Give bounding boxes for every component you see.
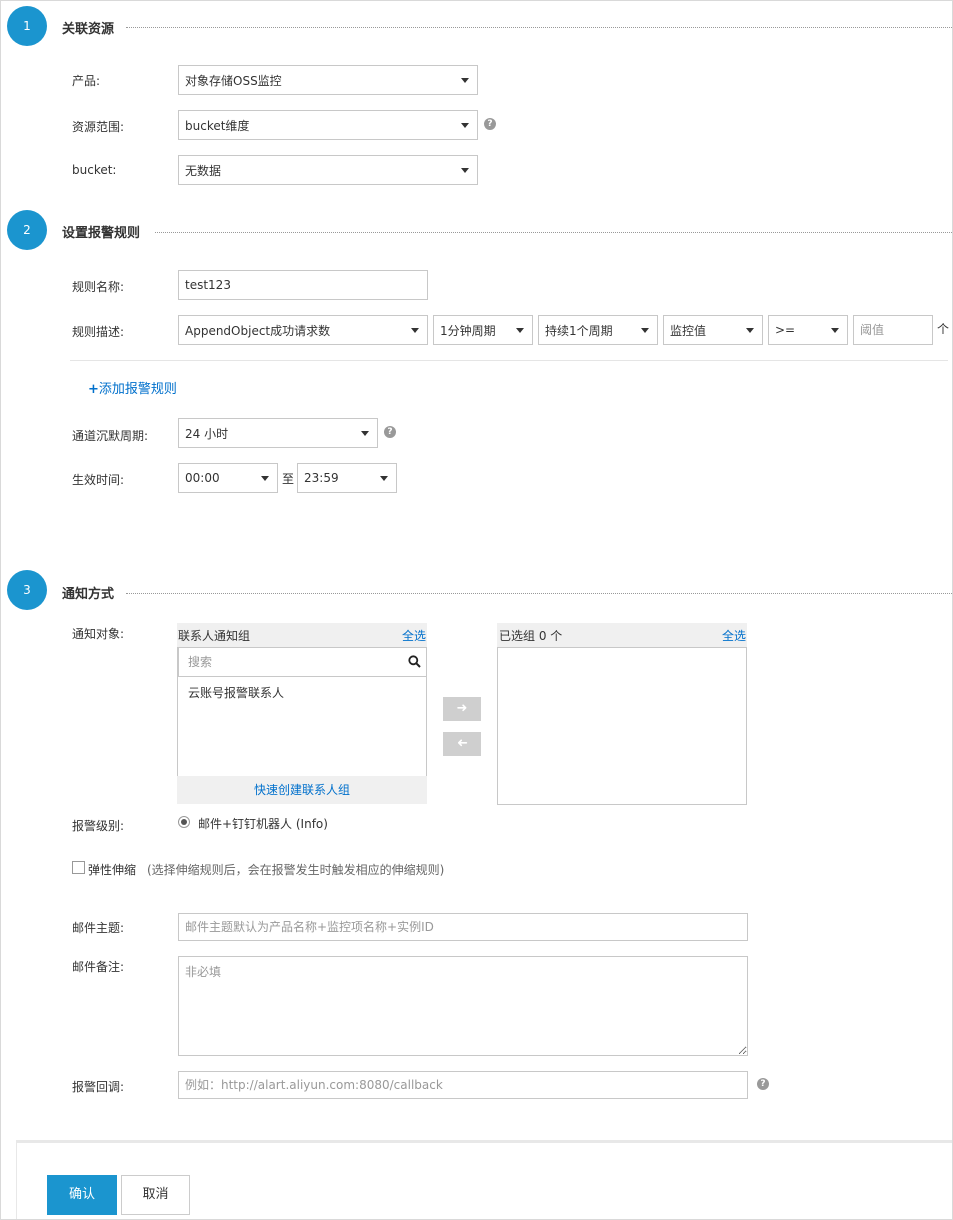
section-title-resource: 关联资源	[62, 22, 115, 37]
duration-value: 持续1个周期	[545, 323, 613, 338]
quick-create-bar: 快速创建联系人组	[177, 776, 427, 804]
duration-select[interactable]: 持续1个周期	[538, 315, 658, 345]
search-icon[interactable]	[408, 655, 421, 668]
end-time-select[interactable]: 23:59	[297, 463, 397, 493]
quick-create-link[interactable]: 快速创建联系人组	[254, 783, 350, 797]
rule-name-label: 规则名称:	[72, 280, 125, 294]
chevron-down-icon	[461, 123, 469, 128]
period-select[interactable]: 1分钟周期	[433, 315, 533, 345]
metric-value: AppendObject成功请求数	[185, 323, 331, 338]
contact-group-title: 联系人通知组	[178, 629, 251, 643]
mail-note-label: 邮件备注:	[72, 960, 125, 974]
threshold-input[interactable]	[853, 315, 933, 345]
selected-select-all-link[interactable]: 全选	[722, 627, 746, 644]
bucket-value: 无数据	[185, 163, 222, 178]
footer-divider	[16, 1140, 952, 1143]
unit-label: 个	[937, 322, 950, 336]
selected-group-header: 已选组 0 个 全选	[497, 623, 747, 647]
callback-input[interactable]	[178, 1071, 748, 1099]
plus-icon: +	[88, 382, 99, 397]
chevron-down-icon	[461, 78, 469, 83]
callback-label: 报警回调:	[72, 1080, 125, 1094]
chevron-down-icon	[361, 431, 369, 436]
scope-select[interactable]: bucket维度	[178, 110, 478, 140]
notify-target-label: 通知对象:	[72, 627, 125, 641]
chevron-down-icon	[641, 328, 649, 333]
help-icon[interactable]: ?	[484, 118, 496, 130]
alarm-level-label: 报警级别:	[72, 819, 125, 833]
effective-time-label: 生效时间:	[72, 473, 125, 487]
end-time-value: 23:59	[304, 471, 339, 485]
selected-group-title: 已选组 0 个	[499, 629, 563, 643]
confirm-button[interactable]: 确认	[47, 1175, 117, 1215]
step-3-badge: 3	[7, 570, 47, 610]
rule-desc-label: 规则描述:	[72, 325, 125, 339]
start-time-select[interactable]: 00:00	[178, 463, 278, 493]
rule-name-input[interactable]	[178, 270, 428, 300]
product-label: 产品:	[72, 74, 101, 88]
scope-label: 资源范围:	[72, 120, 125, 134]
move-right-button[interactable]: ➜	[443, 697, 481, 721]
level-radio[interactable]	[178, 816, 190, 828]
chevron-down-icon	[411, 328, 419, 333]
help-icon[interactable]: ?	[757, 1078, 769, 1090]
contact-group-header: 联系人通知组 全选	[177, 623, 427, 647]
select-all-link[interactable]: 全选	[402, 627, 426, 644]
rule-divider	[70, 360, 948, 361]
chevron-down-icon	[461, 168, 469, 173]
bucket-select[interactable]: 无数据	[178, 155, 478, 185]
step-number: 2	[23, 223, 31, 237]
section-title-rule: 设置报警规则	[62, 226, 141, 241]
mail-subject-input[interactable]	[178, 913, 748, 941]
selected-list-box	[497, 647, 747, 805]
step-number: 1	[23, 19, 31, 33]
radio-dot	[181, 819, 187, 825]
elastic-checkbox[interactable]	[72, 861, 85, 874]
move-left-button[interactable]: ➜	[443, 732, 481, 756]
silence-select[interactable]: 24 小时	[178, 418, 378, 448]
divider	[126, 593, 952, 594]
arrow-right-icon: ➜	[456, 701, 468, 716]
elastic-label: 弹性伸缩	[88, 863, 137, 877]
mail-note-textarea[interactable]	[178, 956, 748, 1056]
arrow-left-icon: ➜	[456, 736, 468, 751]
chevron-down-icon	[380, 476, 388, 481]
add-rule-label: 添加报警规则	[98, 382, 177, 397]
statistic-select[interactable]: 监控值	[663, 315, 763, 345]
to-label: 至	[282, 472, 295, 486]
divider	[155, 232, 952, 233]
product-select[interactable]: 对象存储OSS监控	[178, 65, 478, 95]
period-value: 1分钟周期	[440, 323, 496, 338]
step-number: 3	[23, 583, 31, 597]
chevron-down-icon	[831, 328, 839, 333]
cancel-button[interactable]: 取消	[121, 1175, 190, 1215]
operator-value: >=	[775, 323, 796, 337]
step-2-badge: 2	[7, 210, 47, 250]
mail-subject-label: 邮件主题:	[72, 921, 125, 935]
product-value: 对象存储OSS监控	[185, 73, 282, 88]
start-time-value: 00:00	[185, 471, 220, 485]
operator-select[interactable]: >=	[768, 315, 848, 345]
statistic-value: 监控值	[670, 323, 707, 338]
bucket-label: bucket:	[72, 163, 117, 177]
step-1-badge: 1	[7, 6, 47, 46]
contact-search-input[interactable]	[178, 647, 427, 677]
footer-edge	[16, 1143, 17, 1219]
help-icon[interactable]: ?	[384, 426, 396, 438]
elastic-hint: (选择伸缩规则后，会在报警发生时触发相应的伸缩规则)	[147, 863, 445, 877]
contact-list-item[interactable]: 云账号报警联系人	[188, 684, 284, 701]
chevron-down-icon	[261, 476, 269, 481]
chevron-down-icon	[516, 328, 524, 333]
divider	[126, 27, 952, 28]
chevron-down-icon	[746, 328, 754, 333]
add-rule-link[interactable]: +添加报警规则	[88, 378, 177, 397]
scope-value: bucket维度	[185, 118, 250, 133]
section-title-notify: 通知方式	[62, 587, 115, 602]
silence-label: 通道沉默周期:	[72, 429, 149, 443]
silence-value: 24 小时	[185, 426, 229, 441]
level-option-label: 邮件+钉钉机器人 (Info)	[198, 817, 328, 831]
metric-select[interactable]: AppendObject成功请求数	[178, 315, 428, 345]
